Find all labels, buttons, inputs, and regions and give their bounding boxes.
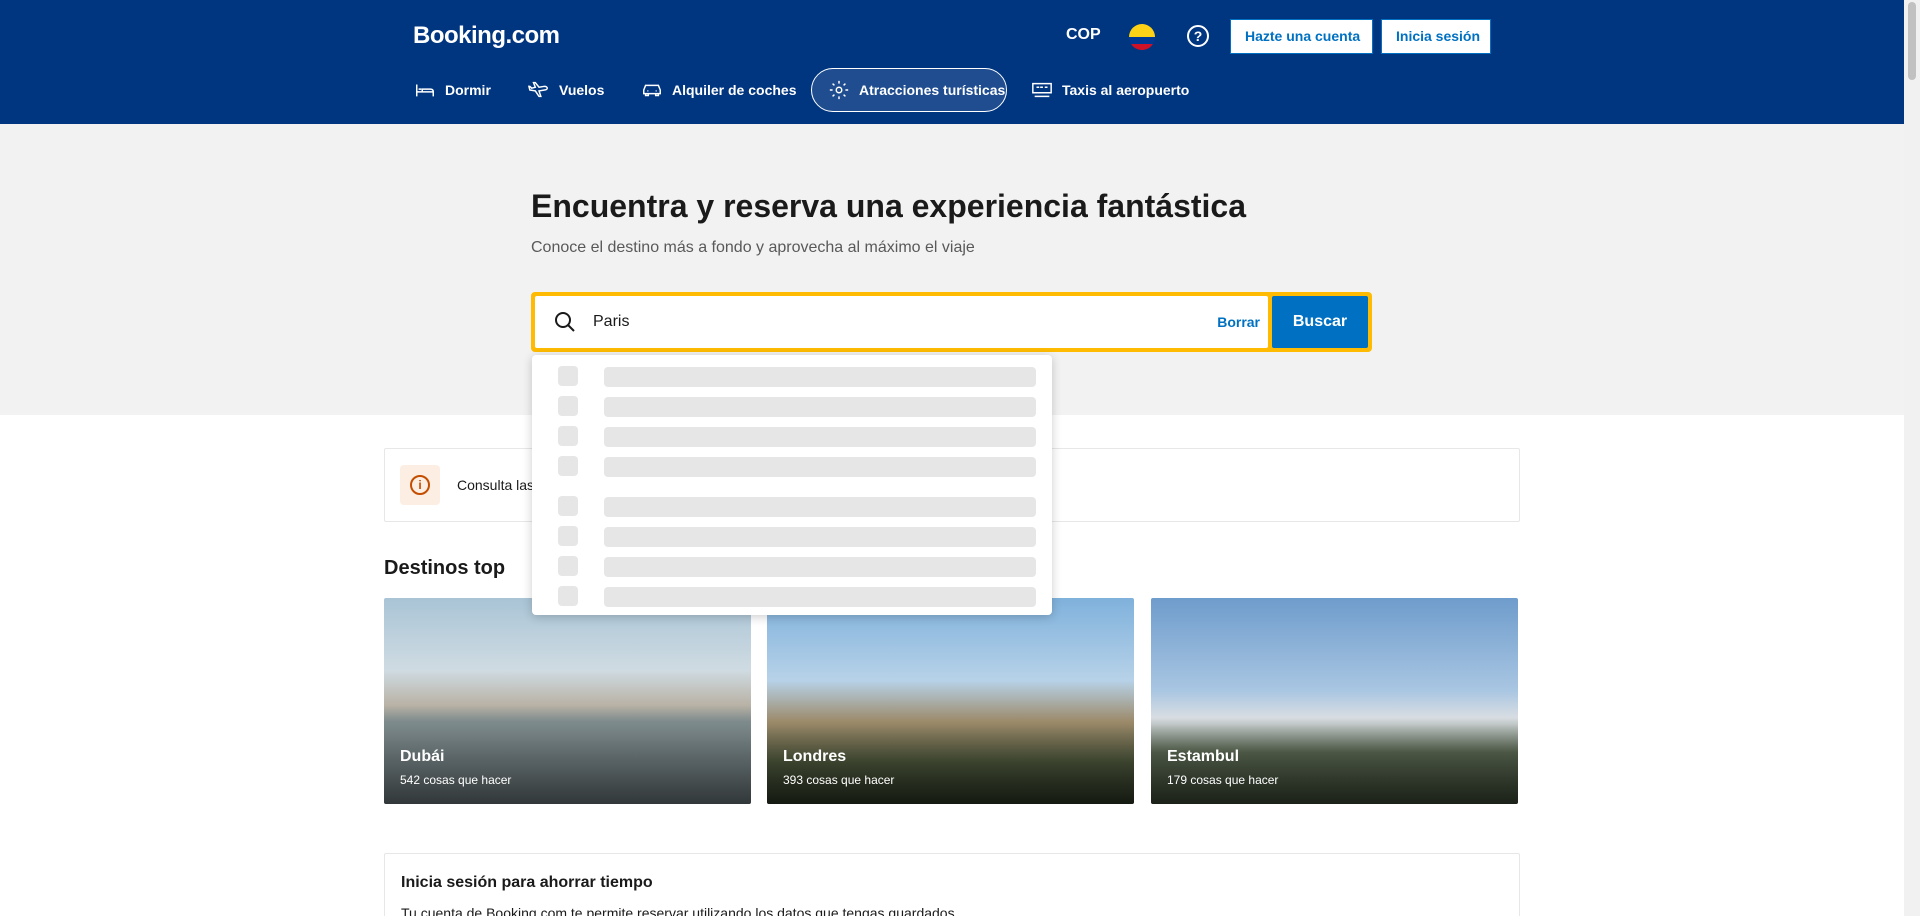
suggestion-skeleton-row xyxy=(532,364,1052,387)
signin-title: Inicia sesión para ahorrar tiempo xyxy=(401,874,653,891)
nav-attractions[interactable]: Atracciones turísticas xyxy=(811,68,1007,112)
nav-stays-label: Dormir xyxy=(445,82,491,98)
suggestion-skeleton-row xyxy=(532,524,1052,547)
currency-selector[interactable]: COP xyxy=(1066,26,1101,44)
destination-card-london[interactable]: Londres 393 cosas que hacer xyxy=(767,598,1134,804)
search-field[interactable]: Borrar xyxy=(535,296,1268,348)
destination-name: Estambul xyxy=(1167,748,1240,765)
suggestion-skeleton-row xyxy=(532,424,1052,447)
page-scrollbar[interactable] xyxy=(1904,0,1920,916)
suggestion-skeleton-row xyxy=(532,454,1052,477)
destination-name: Dubái xyxy=(400,748,445,765)
scrollbar-thumb[interactable] xyxy=(1908,2,1916,80)
page-subtitle: Conoce el destino más a fondo y aprovech… xyxy=(531,239,975,256)
bed-icon xyxy=(416,84,434,97)
booking-logo[interactable]: Booking.com xyxy=(413,22,560,50)
register-button[interactable]: Hazte una cuenta xyxy=(1230,19,1373,54)
search-button[interactable]: Buscar xyxy=(1272,296,1368,348)
search-input[interactable] xyxy=(593,308,1153,336)
help-icon[interactable]: ? xyxy=(1187,25,1209,47)
info-icon: i xyxy=(400,465,440,505)
destination-count: 542 cosas que hacer xyxy=(400,773,512,787)
car-icon xyxy=(643,84,661,97)
suggestion-skeleton-row xyxy=(532,394,1052,417)
destination-card-istanbul[interactable]: Estambul 179 cosas que hacer xyxy=(1151,598,1518,804)
signin-banner: Inicia sesión para ahorrar tiempo Tu cue… xyxy=(384,853,1520,916)
destination-count: 179 cosas que hacer xyxy=(1167,773,1279,787)
destination-name: Londres xyxy=(783,748,847,765)
suggestion-skeleton-row xyxy=(532,494,1052,517)
nav-stays[interactable]: Dormir xyxy=(414,68,491,112)
nav-flights[interactable]: Vuelos xyxy=(528,68,604,112)
signin-text: Tu cuenta de Booking.com te permite rese… xyxy=(401,905,959,916)
search-icon xyxy=(555,312,575,332)
login-button[interactable]: Inicia sesión xyxy=(1381,19,1491,54)
top-header: Booking.com COP ? Hazte una cuenta Inici… xyxy=(0,0,1904,124)
language-flag-icon[interactable] xyxy=(1129,24,1155,50)
suggestion-skeleton-row xyxy=(532,554,1052,577)
nav-cars-label: Alquiler de coches xyxy=(672,82,797,98)
nav-taxis[interactable]: Taxis al aeropuerto xyxy=(1031,68,1189,112)
nav-cars[interactable]: Alquiler de coches xyxy=(641,68,796,112)
clear-search-link[interactable]: Borrar xyxy=(1217,314,1260,330)
taxi-icon xyxy=(1032,82,1052,98)
destination-card-dubai[interactable]: Dubái 542 cosas que hacer xyxy=(384,598,751,804)
suggestion-skeleton-row xyxy=(532,584,1052,607)
nav-flights-label: Vuelos xyxy=(559,82,605,98)
nav-attractions-label: Atracciones turísticas xyxy=(859,82,1006,98)
search-box: Borrar Buscar xyxy=(531,292,1372,352)
nav-taxis-label: Taxis al aeropuerto xyxy=(1062,82,1190,98)
plane-icon xyxy=(528,81,548,98)
search-suggestions-dropdown xyxy=(532,355,1052,615)
destination-count: 393 cosas que hacer xyxy=(783,773,895,787)
page-title: Encuentra y reserva una experiencia fant… xyxy=(531,188,1247,224)
attractions-icon xyxy=(829,80,849,100)
notice-text: Consulta las xyxy=(457,477,535,493)
top-destinations-title: Destinos top xyxy=(384,557,506,579)
